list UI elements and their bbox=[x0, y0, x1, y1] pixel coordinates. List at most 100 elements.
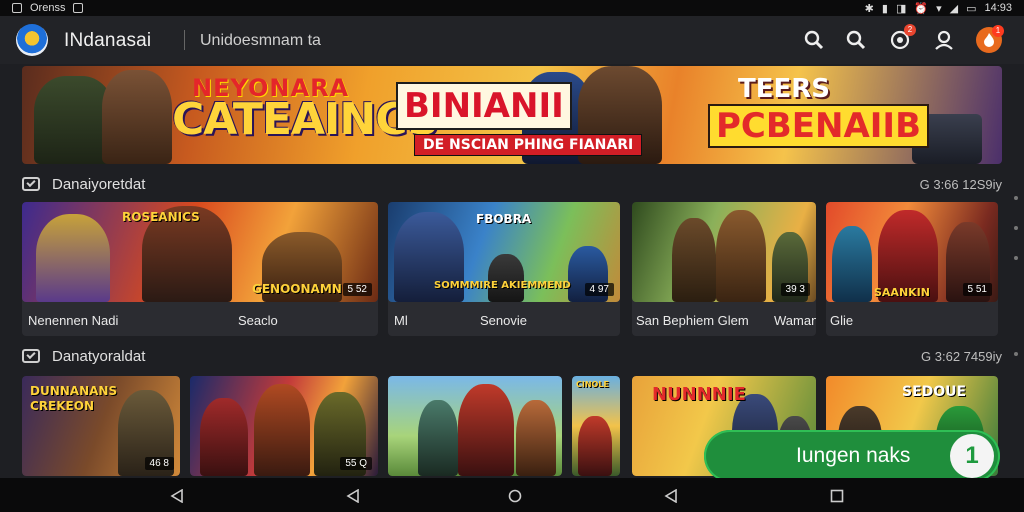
section-header-2: Danatyoraldat G 3:62 7459iy bbox=[22, 344, 1002, 368]
section-header-1: Danaiyoretdat G 3:66 12S9iy bbox=[22, 172, 1002, 196]
notifications-button[interactable]: 2 bbox=[886, 24, 916, 54]
game-card[interactable]: ROSEANICS GENOONAMN 5 52 Nenennen Nadi S… bbox=[22, 202, 378, 336]
card-logo: NUNNNIE bbox=[652, 384, 746, 405]
notification-badge: 2 bbox=[904, 24, 916, 36]
user-icon bbox=[935, 30, 953, 50]
hero-promo-title: PCBENAIIB bbox=[708, 104, 929, 148]
game-card[interactable]: CINOLE bbox=[572, 376, 620, 476]
account-button[interactable] bbox=[930, 26, 958, 54]
back-triangle-icon bbox=[664, 489, 677, 503]
card-character bbox=[832, 226, 872, 302]
card-character bbox=[200, 398, 248, 476]
card-tag: 5 51 bbox=[962, 283, 992, 296]
game-card[interactable] bbox=[388, 376, 562, 476]
explore-button[interactable] bbox=[842, 26, 870, 54]
app-title: INdanasai bbox=[64, 30, 152, 51]
card-caption: Ml bbox=[394, 313, 408, 328]
game-card-art: CINOLE bbox=[572, 376, 620, 476]
card-caption: Glie bbox=[830, 313, 854, 328]
shield-check-icon bbox=[22, 177, 40, 191]
back-triangle-icon bbox=[346, 489, 359, 503]
game-card[interactable]: 55 Q bbox=[190, 376, 378, 476]
card-character bbox=[254, 384, 310, 476]
game-card[interactable]: SAANKIN 5 51 Glie bbox=[826, 202, 998, 336]
card-logo: SEDOUE bbox=[902, 384, 967, 400]
card-logo-badge: SOMMMIRE AKIEMMEND bbox=[434, 280, 571, 291]
game-card[interactable]: DUNNANANS CREKEON 46 8 bbox=[22, 376, 180, 476]
card-logo: FBOBRA bbox=[476, 212, 532, 226]
card-logo: CINOLE bbox=[576, 380, 609, 389]
app-logo-icon[interactable] bbox=[16, 24, 48, 56]
profile-button[interactable]: 1 bbox=[976, 25, 1004, 53]
game-card-art bbox=[388, 376, 562, 476]
game-card-art: SAANKIN 5 51 bbox=[826, 202, 998, 302]
overflow-dot bbox=[1014, 196, 1018, 200]
home-button[interactable] bbox=[506, 487, 524, 505]
notification-icon bbox=[12, 3, 22, 13]
section-title: Danaiyoretdat bbox=[52, 175, 146, 193]
toast-notification[interactable]: Iungen naks 1 bbox=[704, 430, 1000, 482]
app-subtitle: Unidoesmnam ta bbox=[200, 32, 321, 49]
bluetooth-icon: ✱ bbox=[864, 2, 874, 15]
game-card-art: ROSEANICS GENOONAMN 5 52 bbox=[22, 202, 378, 302]
back-button[interactable] bbox=[168, 487, 186, 505]
section-meta[interactable]: G 3:62 7459iy bbox=[921, 349, 1002, 364]
game-card[interactable]: 39 3 San Bephiem Glem Waman bbox=[632, 202, 816, 336]
card-character bbox=[672, 218, 716, 302]
status-bar: Orenss ✱ ▮ ◨ ⏰ ▾ ◢ ▭ 14:93 bbox=[0, 0, 1024, 16]
card-character bbox=[36, 214, 110, 302]
back-triangle-icon bbox=[170, 489, 183, 503]
hero-badge-title: BINIANII bbox=[396, 82, 572, 130]
overflow-dot bbox=[1014, 352, 1018, 356]
card-character bbox=[488, 254, 524, 302]
card-character bbox=[418, 400, 458, 476]
title-divider bbox=[184, 30, 185, 50]
shield-check-icon bbox=[22, 349, 40, 363]
signal-icon: ▮ bbox=[881, 2, 888, 15]
search-icon bbox=[804, 30, 824, 50]
card-caption: Nenennen Nadi bbox=[28, 313, 119, 328]
hero-tagline: DE NSCIAN PHING FIANARI bbox=[414, 134, 643, 156]
card-caption-secondary: Waman bbox=[774, 313, 816, 328]
search-button[interactable] bbox=[800, 26, 828, 54]
profile-badge: 1 bbox=[992, 25, 1004, 37]
magnifier-icon bbox=[846, 30, 866, 50]
recents-square-icon bbox=[830, 489, 844, 503]
card-character bbox=[516, 400, 556, 476]
app-notification-icon bbox=[73, 3, 84, 13]
game-card-art: FBOBRA SOMMMIRE AKIEMMEND 4 97 bbox=[388, 202, 620, 302]
toast-action-icon[interactable]: 1 bbox=[950, 434, 994, 478]
back-button-2[interactable] bbox=[344, 487, 362, 505]
overflow-dot bbox=[1014, 256, 1018, 260]
card-tag: 4 97 bbox=[584, 283, 614, 296]
card-logo: DUNNANANS CREKEON bbox=[30, 384, 118, 413]
game-card[interactable]: FBOBRA SOMMMIRE AKIEMMEND 4 97 Ml Senovi… bbox=[388, 202, 620, 336]
app-bar: INdanasai Unidoesmnam ta 2 1 bbox=[0, 16, 1024, 64]
home-circle-icon bbox=[508, 489, 522, 503]
recents-button[interactable] bbox=[828, 487, 846, 505]
hero-promo-top: TEERS bbox=[738, 74, 831, 104]
nfc-icon: ◨ bbox=[895, 2, 907, 15]
overflow-dot bbox=[1014, 226, 1018, 230]
card-logo: ROSEANICS bbox=[122, 210, 200, 224]
back-button-3[interactable] bbox=[662, 487, 680, 505]
card-logo-badge: SAANKIN bbox=[874, 286, 930, 299]
card-character bbox=[458, 384, 514, 476]
card-character bbox=[716, 210, 766, 302]
toast-icon-glyph: 1 bbox=[965, 442, 979, 469]
card-tag: 5 52 bbox=[342, 283, 372, 296]
card-tag: 55 Q bbox=[340, 457, 372, 470]
card-tag: 46 8 bbox=[144, 457, 174, 470]
section-title: Danatyoraldat bbox=[52, 347, 146, 365]
card-tag: 39 3 bbox=[780, 283, 810, 296]
hero-banner[interactable]: NEYONARA CATEAINCS BINIANII DE NSCIAN PH… bbox=[22, 66, 1002, 164]
system-nav-bar bbox=[0, 478, 1024, 512]
game-card-art: DUNNANANS CREKEON 46 8 bbox=[22, 376, 180, 476]
section-meta[interactable]: G 3:66 12S9iy bbox=[920, 177, 1002, 192]
wifi-icon: ▾ bbox=[936, 2, 942, 15]
cell-signal-icon: ◢ bbox=[949, 2, 959, 15]
card-logo-badge: GENOONAMN bbox=[252, 282, 342, 296]
status-carrier: Orenss bbox=[30, 2, 66, 14]
game-card-art: 39 3 bbox=[632, 202, 816, 302]
game-card-art: 55 Q bbox=[190, 376, 378, 476]
